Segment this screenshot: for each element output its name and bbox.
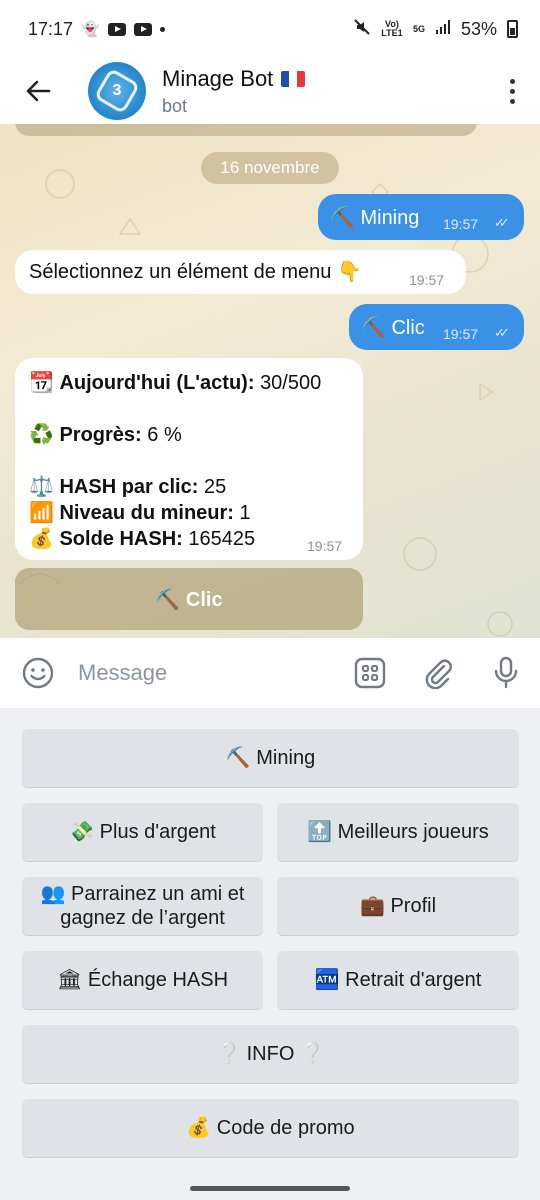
message-text: ⛏️ Mining xyxy=(330,207,420,229)
hash-per-click-label: HASH par clic: xyxy=(59,476,199,498)
status-bar: 17:17 👻 Vo) LTE1 5G 53% xyxy=(0,0,540,58)
chat-area[interactable]: 16 novembre ⛏️ Mining 19:57 ✓✓ Sélection… xyxy=(0,124,540,638)
miner-level-line: 📶 Niveau du mineur: 1 xyxy=(29,500,251,525)
message-time: 19:57 xyxy=(443,326,479,342)
youtube-icon-2 xyxy=(133,22,152,36)
keyboard-button-profile[interactable]: 💼 Profil xyxy=(277,877,519,935)
keyboard-button-top-players[interactable]: 🔝 Meilleurs joueurs xyxy=(277,803,519,861)
battery-percent: 53% xyxy=(460,18,497,39)
snapchat-icon: 👻 xyxy=(81,21,100,38)
message-input-bar: Message xyxy=(0,638,540,708)
read-checkmarks-icon: ✓✓ xyxy=(494,325,510,340)
voice-button[interactable] xyxy=(486,653,526,693)
scales-icon: ⚖️ xyxy=(29,476,54,498)
network-label: Vo) LTE1 xyxy=(381,19,403,38)
keyboard-grid-icon xyxy=(354,657,386,689)
bot-avatar[interactable]: 3 xyxy=(88,62,146,120)
more-options-button[interactable] xyxy=(508,78,516,104)
miner-level-value: 1 xyxy=(239,502,251,524)
date-separator: 16 novembre xyxy=(201,152,339,184)
chat-header: 3 Minage Bot bot xyxy=(0,58,540,124)
avatar-number: 3 xyxy=(112,82,122,99)
keyboard-button-mining[interactable]: ⛏️ Mining xyxy=(22,729,519,787)
france-flag-icon xyxy=(281,70,306,87)
previous-message-edge xyxy=(15,124,477,136)
message-time: 19:57 xyxy=(409,272,445,288)
hash-per-click-line: ⚖️ HASH par clic: 25 xyxy=(29,474,226,499)
keyboard-button-hash-exchange[interactable]: 🏛 Échange HASH xyxy=(22,951,263,1009)
message-input[interactable]: Message xyxy=(78,660,350,686)
status-time: 17:17 xyxy=(28,18,74,39)
network-type: 5G xyxy=(412,23,425,34)
chat-subtitle: bot xyxy=(162,95,188,116)
stats-message[interactable]: 📆 Aujourd'hui (L'actu): 30/500 ♻️ Progrè… xyxy=(15,358,363,560)
back-arrow-icon xyxy=(26,80,51,102)
emoji-button[interactable] xyxy=(18,653,58,693)
microphone-icon xyxy=(494,656,518,689)
keyboard-button-more-money[interactable]: 💸 Plus d'argent xyxy=(22,803,263,861)
progress-label: Progrès: xyxy=(59,424,142,446)
hash-per-click-value: 25 xyxy=(203,476,227,498)
outgoing-message[interactable]: ⛏️ Mining 19:57 ✓✓ xyxy=(318,194,524,240)
read-checkmarks-icon: ✓✓ xyxy=(494,215,510,230)
today-line: 📆 Aujourd'hui (L'actu): 30/500 xyxy=(29,370,321,395)
youtube-icon xyxy=(107,22,126,36)
hash-balance-label: Solde HASH: xyxy=(59,528,183,550)
miner-level-label: Niveau du mineur: xyxy=(59,502,234,524)
message-time: 19:57 xyxy=(307,538,343,554)
chat-title-block[interactable]: Minage Bot bot xyxy=(162,65,306,117)
incoming-message[interactable]: Sélectionnez un élément de menu 👇 19:57 xyxy=(15,250,466,294)
signal-icon xyxy=(435,19,451,40)
outgoing-message[interactable]: ⛏️ Clic 19:57 ✓✓ xyxy=(349,304,524,350)
hash-balance-value: 165425 xyxy=(188,528,256,550)
today-value: 30/500 xyxy=(260,372,322,394)
keyboard-button-info[interactable]: ❔ INFO ❔ xyxy=(22,1025,519,1083)
mute-icon xyxy=(353,18,371,41)
keyboard-button-referral[interactable]: 👥 Parrainez un ami et gagnez de l’argent xyxy=(22,877,263,935)
keyboard-button-withdraw[interactable]: 🏧 Retrait d'argent xyxy=(277,951,519,1009)
smiley-icon xyxy=(22,657,54,689)
signal-bars-icon: 📶 xyxy=(29,502,54,524)
progress-value: 6 % xyxy=(147,424,182,446)
reply-keyboard: ⛏️ Mining 💸 Plus d'argent 🔝 Meilleurs jo… xyxy=(0,708,540,1176)
today-label: Aujourd'hui (L'actu): xyxy=(59,372,255,394)
keyboard-button-promo-code[interactable]: 💰 Code de promo xyxy=(22,1099,519,1157)
recycle-icon: ♻️ xyxy=(29,424,54,446)
message-time: 19:57 xyxy=(443,216,479,232)
bot-keyboard-button[interactable] xyxy=(350,653,390,693)
message-text: ⛏️ Clic xyxy=(361,317,425,339)
progress-line: ♻️ Progrès: 6 % xyxy=(29,422,182,447)
notification-dot-icon xyxy=(159,26,165,32)
inline-click-button[interactable]: ⛏️ Clic xyxy=(15,568,363,630)
battery-icon xyxy=(507,20,518,38)
calendar-icon: 📆 xyxy=(29,372,54,394)
home-indicator[interactable] xyxy=(190,1186,350,1191)
message-text: Sélectionnez un élément de menu 👇 xyxy=(29,261,362,283)
money-bag-icon: 💰 xyxy=(29,528,54,550)
paperclip-icon xyxy=(425,659,452,689)
back-button[interactable] xyxy=(18,71,58,111)
chat-title: Minage Bot xyxy=(162,65,274,91)
attach-button[interactable] xyxy=(418,653,458,693)
hash-balance-line: 💰 Solde HASH: 165425 xyxy=(29,526,255,551)
